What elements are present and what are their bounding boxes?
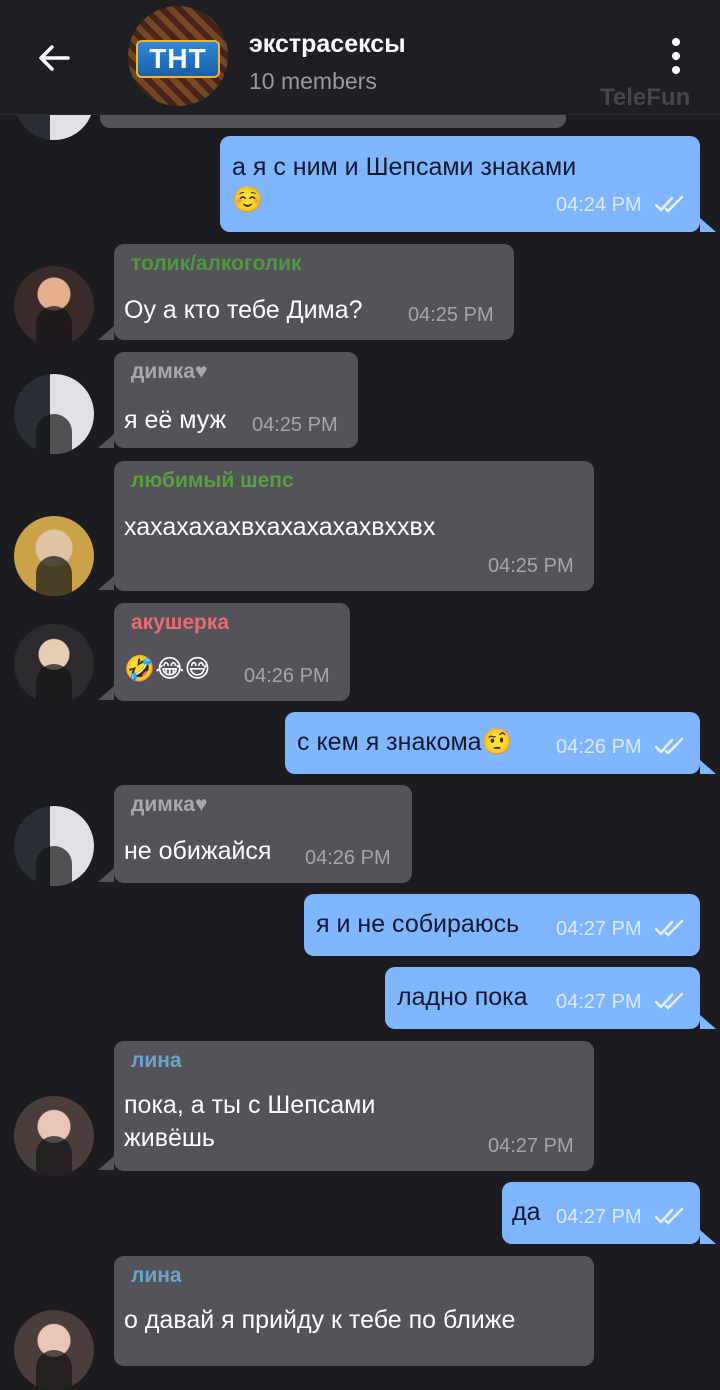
message-bubble-incoming[interactable]: любимый шепс хахахахахвхахахахахвххвх 04… xyxy=(114,461,594,591)
avatar[interactable] xyxy=(14,624,94,704)
bubble-tail xyxy=(98,686,114,700)
double-check-icon xyxy=(654,919,684,937)
arrow-left-icon[interactable] xyxy=(34,38,74,78)
avatar-figure xyxy=(36,846,72,886)
message-time: 04:27 PM xyxy=(556,991,642,1013)
avatar[interactable] xyxy=(14,516,94,596)
message-text: ладно пока xyxy=(397,983,528,1011)
message-bubble-incoming[interactable]: димка♥ я её муж 04:25 PM xyxy=(114,352,358,448)
message-time: 04:26 PM xyxy=(556,736,642,758)
avatar[interactable] xyxy=(14,374,94,454)
message-time: 04:26 PM xyxy=(305,847,391,869)
message-bubble-outgoing[interactable]: ладно пока 04:27 PM xyxy=(385,967,700,1029)
message-bubble-outgoing[interactable]: да 04:27 PM xyxy=(502,1182,700,1244)
avatar[interactable] xyxy=(14,806,94,886)
sender-name[interactable]: лина xyxy=(131,1264,182,1288)
group-avatar[interactable]: ТНТ xyxy=(128,6,228,106)
double-check-icon xyxy=(654,992,684,1010)
chat-header: ТНТ экстрасексы 10 members TeleFun xyxy=(0,0,720,115)
chat-title[interactable]: экстрасексы xyxy=(249,30,406,59)
avatar[interactable] xyxy=(14,266,94,346)
avatar-figure xyxy=(36,664,72,704)
message-text: я и не собираюсь xyxy=(316,910,520,938)
message-text: а я с ним и Шепсами знаками ☺️ xyxy=(232,153,577,214)
message-time: 04:25 PM xyxy=(408,304,494,326)
double-check-icon xyxy=(654,195,684,213)
avatar-figure xyxy=(36,556,72,596)
sender-name[interactable]: любимый шепс xyxy=(131,469,294,493)
sender-name[interactable]: толик/алкоголик xyxy=(131,252,302,276)
bubble-tail xyxy=(700,218,716,232)
double-check-icon xyxy=(654,737,684,755)
message-time: 04:27 PM xyxy=(556,918,642,940)
message-time: 04:24 PM xyxy=(556,194,642,216)
sender-name[interactable]: димка♥ xyxy=(131,360,207,384)
avatar-figure xyxy=(36,1350,72,1390)
message-text: не обижайся xyxy=(124,837,272,865)
message-text: пока, а ты с Шепсами живёшь xyxy=(124,1091,376,1152)
message-bubble-incoming[interactable]: толик/алкоголик Оу а кто тебе Дима? 04:2… xyxy=(114,244,514,340)
message-text: Оу а кто тебе Дима? xyxy=(124,296,363,324)
bubble-tail xyxy=(98,326,114,340)
message-bubble-outgoing[interactable]: с кем я знакома🤨 04:26 PM xyxy=(285,712,700,774)
more-vertical-icon[interactable] xyxy=(664,36,688,76)
bubble-tail xyxy=(700,1230,716,1244)
bubble-tail xyxy=(98,434,114,448)
message-bubble-incoming[interactable]: лина о давай я прийду к тебе по ближе xyxy=(114,1256,594,1366)
bubble-tail xyxy=(700,1015,716,1029)
message-bubble-incoming[interactable]: димка♥ не обижайся 04:26 PM xyxy=(114,785,412,883)
members-count: 10 members xyxy=(249,68,377,94)
avatar-figure xyxy=(36,1136,72,1176)
message-bubble-outgoing[interactable]: я и не собираюсь 04:27 PM xyxy=(304,894,700,956)
sender-name[interactable]: димка♥ xyxy=(131,793,207,817)
watermark: TeleFun xyxy=(600,84,691,111)
message-text: с кем я знакома🤨 xyxy=(297,728,513,756)
message-time: 04:26 PM xyxy=(244,665,330,687)
avatar-figure xyxy=(36,306,72,346)
sender-name[interactable]: акушерка xyxy=(131,611,229,635)
message-text: я её муж xyxy=(124,406,227,434)
avatar[interactable] xyxy=(14,1096,94,1176)
message-time: 04:25 PM xyxy=(488,555,574,577)
message-text: да xyxy=(512,1198,541,1226)
message-bubble-incoming[interactable]: лина пока, а ты с Шепсами живёшь 04:27 P… xyxy=(114,1041,594,1171)
avatar-figure xyxy=(36,414,72,454)
message-text: хахахахахвхахахахахвххвх xyxy=(124,513,436,541)
message-time: 04:27 PM xyxy=(488,1135,574,1157)
message-time: 04:27 PM xyxy=(556,1206,642,1228)
double-check-icon xyxy=(654,1207,684,1225)
bubble-tail xyxy=(700,760,716,774)
tnt-logo: ТНТ xyxy=(138,42,218,76)
bubble-tail xyxy=(98,868,114,882)
sender-name[interactable]: лина xyxy=(131,1049,182,1073)
message-bubble-outgoing[interactable]: а я с ним и Шепсами знаками ☺️ 04:24 PM xyxy=(220,136,700,232)
bubble-tail xyxy=(98,1156,114,1170)
bubble-tail xyxy=(98,576,114,590)
avatar[interactable] xyxy=(14,1310,94,1390)
message-text: 🤣😂😅 xyxy=(124,655,211,683)
message-time: 04:25 PM xyxy=(252,414,338,436)
message-text: о давай я прийду к тебе по ближе xyxy=(124,1306,516,1334)
message-bubble-incoming[interactable]: акушерка 🤣😂😅 04:26 PM xyxy=(114,603,350,701)
